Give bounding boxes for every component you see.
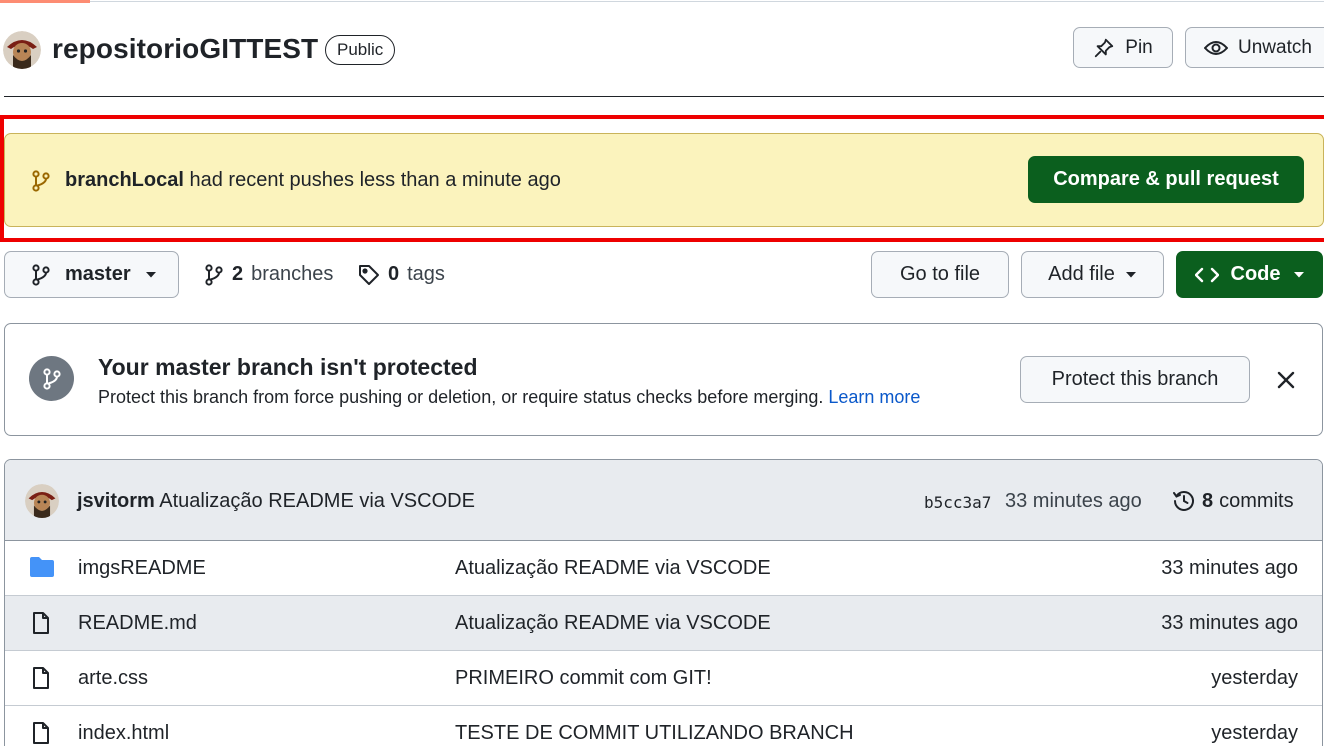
tags-count: 0 <box>388 263 400 285</box>
file-icon <box>29 611 53 635</box>
chevron-down-icon <box>1125 271 1137 279</box>
tags-label: tags <box>407 263 445 285</box>
add-file-button[interactable]: Add file <box>1021 251 1164 298</box>
branch-selector[interactable]: master <box>4 251 179 298</box>
file-icon <box>29 666 53 690</box>
code-label: Code <box>1230 263 1281 285</box>
branches-count: 2 <box>232 263 244 285</box>
branch-icon <box>31 170 51 192</box>
file-icon <box>29 721 53 745</box>
commit-message[interactable]: Atualização README via VSCODE <box>159 490 475 512</box>
current-branch-label: master <box>65 263 131 285</box>
folder-icon <box>29 556 55 578</box>
pin-button[interactable]: Pin <box>1073 27 1173 68</box>
history-icon <box>1172 489 1196 513</box>
commit-time: 33 minutes ago <box>1005 490 1142 512</box>
add-file-label: Add file <box>1048 263 1115 285</box>
commits-count: 8 <box>1202 489 1214 512</box>
commit-author[interactable]: jsvitorm <box>77 490 155 512</box>
top-divider <box>90 1 1324 2</box>
file-age: yesterday <box>1211 667 1298 689</box>
latest-commit-summary: jsvitorm Atualização README via VSCODE <box>77 490 475 513</box>
go-to-file-button[interactable]: Go to file <box>871 251 1009 298</box>
branch-icon <box>29 356 74 401</box>
header-divider <box>4 96 1324 97</box>
file-commit-message[interactable]: Atualização README via VSCODE <box>455 612 771 635</box>
code-icon <box>1194 267 1219 283</box>
unwatch-label: Unwatch <box>1238 36 1312 58</box>
pin-label: Pin <box>1125 36 1153 58</box>
learn-more-link[interactable]: Learn more <box>828 387 920 407</box>
visibility-badge: Public <box>325 35 396 65</box>
branches-label: branches <box>251 263 334 285</box>
commit-sha[interactable]: b5cc3a7 <box>924 493 991 512</box>
pin-icon <box>1093 37 1115 59</box>
protection-title: Your master branch isn't protected <box>98 354 478 380</box>
file-age: 33 minutes ago <box>1161 557 1298 579</box>
file-commit-message[interactable]: PRIMEIRO commit com GIT! <box>455 667 712 690</box>
file-row[interactable]: arte.css PRIMEIRO commit com GIT! yester… <box>5 651 1322 706</box>
file-browser: jsvitorm Atualização README via VSCODE b… <box>4 459 1323 746</box>
top-accent-line <box>0 0 90 3</box>
file-name[interactable]: index.html <box>78 722 169 745</box>
repo-name[interactable]: repositorioGITTEST <box>52 33 318 65</box>
recent-push-message: branchLocal had recent pushes less than … <box>65 169 561 192</box>
file-row[interactable]: README.md Atualização README via VSCODE … <box>5 596 1322 651</box>
pushed-branch-name[interactable]: branchLocal <box>65 169 184 191</box>
code-button[interactable]: Code <box>1176 251 1323 298</box>
file-row[interactable]: index.html TESTE DE COMMIT UTILIZANDO BR… <box>5 706 1322 746</box>
file-commit-message[interactable]: Atualização README via VSCODE <box>455 557 771 580</box>
compare-pull-request-button[interactable]: Compare & pull request <box>1028 156 1304 203</box>
branches-link[interactable]: 2 branches <box>204 263 333 286</box>
chevron-down-icon <box>1293 271 1305 279</box>
file-commit-message[interactable]: TESTE DE COMMIT UTILIZANDO BRANCH <box>455 722 854 745</box>
branch-icon <box>31 263 51 286</box>
owner-avatar[interactable] <box>3 31 41 69</box>
close-icon[interactable] <box>1277 371 1295 389</box>
eye-icon <box>1204 39 1228 57</box>
tag-icon <box>358 264 380 286</box>
protection-description-text: Protect this branch from force pushing o… <box>98 387 824 407</box>
file-row[interactable]: imgsREADME Atualização README via VSCODE… <box>5 541 1322 596</box>
commits-link[interactable]: 8 commits <box>1172 489 1294 513</box>
tags-link[interactable]: 0 tags <box>358 263 445 286</box>
file-age: 33 minutes ago <box>1161 612 1298 634</box>
push-description: had recent pushes less than a minute ago <box>189 169 561 191</box>
unwatch-button[interactable]: Unwatch <box>1185 27 1324 68</box>
file-name[interactable]: arte.css <box>78 667 148 690</box>
file-age: yesterday <box>1211 722 1298 744</box>
latest-commit-bar: jsvitorm Atualização README via VSCODE b… <box>5 460 1322 541</box>
branch-icon <box>204 263 224 286</box>
chevron-down-icon <box>145 271 157 279</box>
protect-branch-button[interactable]: Protect this branch <box>1020 356 1250 403</box>
protection-description: Protect this branch from force pushing o… <box>98 387 920 408</box>
file-name[interactable]: README.md <box>78 612 197 635</box>
file-name[interactable]: imgsREADME <box>78 557 206 580</box>
commits-label: commits <box>1219 489 1294 512</box>
author-avatar[interactable] <box>25 484 59 518</box>
